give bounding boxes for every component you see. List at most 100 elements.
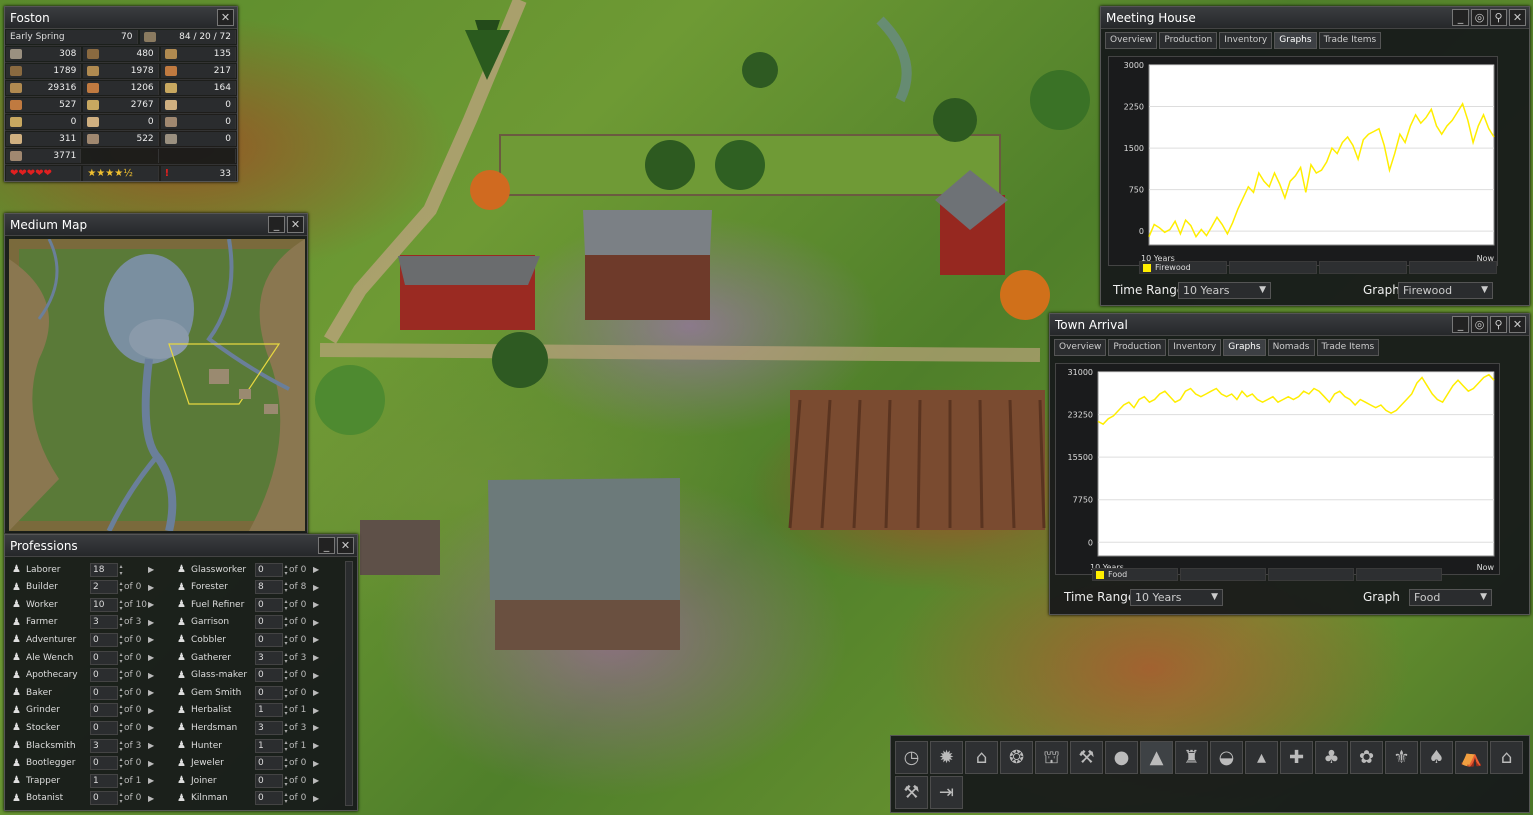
house-icon[interactable]: ⌂	[965, 741, 998, 774]
worker-count-input[interactable]: 0	[255, 773, 283, 788]
arrow-right-icon[interactable]: ▶	[148, 706, 158, 715]
worker-count-input[interactable]: 0	[90, 632, 118, 647]
arrow-right-icon[interactable]: ▶	[148, 671, 158, 680]
resource-cell[interactable]: 217	[160, 64, 236, 78]
minimize-icon[interactable]: _	[1452, 9, 1469, 26]
close-icon[interactable]: ✕	[287, 216, 304, 233]
arrow-right-icon[interactable]: ▶	[313, 723, 323, 732]
well-icon[interactable]: ▴	[1245, 741, 1278, 774]
worker-count-input[interactable]: 0	[90, 720, 118, 735]
worker-count-input[interactable]: 0	[90, 756, 118, 771]
graph-dropdown[interactable]: Firewood ▼	[1398, 282, 1493, 299]
arrow-right-icon[interactable]: ▶	[313, 635, 323, 644]
tab-inventory[interactable]: Inventory	[1219, 32, 1273, 49]
resource-cell[interactable]: 308	[6, 47, 82, 61]
tab-production[interactable]: Production	[1108, 339, 1167, 356]
arrow-right-icon[interactable]: ▶	[148, 583, 158, 592]
arrow-right-icon[interactable]: ▶	[148, 794, 158, 803]
arrow-right-icon[interactable]: ▶	[313, 565, 323, 574]
worker-count-input[interactable]: 1	[90, 773, 118, 788]
tab-inventory[interactable]: Inventory	[1168, 339, 1222, 356]
spinner-icon[interactable]: ▴ ▾	[118, 563, 124, 577]
arrow-right-icon[interactable]: ▶	[148, 635, 158, 644]
arrow-right-icon[interactable]: ▶	[148, 759, 158, 768]
resource-cell[interactable]: 522	[83, 132, 159, 146]
arrow-right-icon[interactable]: ▶	[313, 583, 323, 592]
barn-icon[interactable]: ⛫	[1035, 741, 1068, 774]
tab-overview[interactable]: Overview	[1105, 32, 1158, 49]
arrow-right-icon[interactable]: ▶	[313, 653, 323, 662]
arrow-right-icon[interactable]: ▶	[313, 759, 323, 768]
close-icon[interactable]: ✕	[1509, 9, 1526, 26]
cross-tools-icon[interactable]: ✚	[1280, 741, 1313, 774]
arrow-right-icon[interactable]: ▶	[313, 688, 323, 697]
worker-count-input[interactable]: 18	[90, 562, 118, 577]
worker-count-input[interactable]: 0	[255, 685, 283, 700]
pin-icon[interactable]: ⚲	[1490, 316, 1507, 333]
worker-count-input[interactable]: 10	[90, 597, 118, 612]
worker-count-input[interactable]: 3	[255, 720, 283, 735]
worker-count-input[interactable]: 0	[255, 791, 283, 806]
worker-count-input[interactable]: 3	[90, 615, 118, 630]
minimize-icon[interactable]: _	[1452, 316, 1469, 333]
close-icon[interactable]: ✕	[217, 9, 234, 26]
resource-cell[interactable]: 0	[160, 98, 236, 112]
worker-count-input[interactable]: 0	[255, 615, 283, 630]
tab-trade-items[interactable]: Trade Items	[1318, 32, 1382, 49]
resource-cell[interactable]: 0	[160, 115, 236, 129]
legend-item-firewood[interactable]: Firewood	[1139, 261, 1227, 274]
tab-overview[interactable]: Overview	[1054, 339, 1107, 356]
arrow-right-icon[interactable]: ▶	[313, 776, 323, 785]
tree-icon[interactable]: ▲	[1140, 741, 1173, 774]
time-range-dropdown[interactable]: 10 Years ▼	[1130, 589, 1223, 606]
factory-icon[interactable]: ♜	[1175, 741, 1208, 774]
arrow-right-icon[interactable]: ▶	[313, 618, 323, 627]
worker-count-input[interactable]: 1	[255, 703, 283, 718]
worker-count-input[interactable]: 0	[90, 791, 118, 806]
stable-icon[interactable]: ⌂	[1490, 741, 1523, 774]
tab-nomads[interactable]: Nomads	[1267, 339, 1315, 356]
worker-count-input[interactable]: 0	[255, 562, 283, 577]
target-icon[interactable]: ◎	[1471, 316, 1488, 333]
professions-scrollbar[interactable]	[345, 561, 353, 806]
build-tool-icon[interactable]: ⚒	[895, 776, 928, 809]
resource-cell[interactable]: 0	[160, 132, 236, 146]
pin-icon[interactable]: ⚲	[1490, 9, 1507, 26]
arrow-right-icon[interactable]: ▶	[148, 565, 158, 574]
worker-count-input[interactable]: 0	[90, 650, 118, 665]
worker-count-input[interactable]: 0	[90, 668, 118, 683]
clock-icon[interactable]: ◷	[895, 741, 928, 774]
resource-cell[interactable]: 527	[6, 98, 82, 112]
resource-cell[interactable]: 29316	[6, 81, 82, 95]
worker-count-input[interactable]: 2	[90, 580, 118, 595]
worker-count-input[interactable]: 0	[255, 668, 283, 683]
wheel-icon[interactable]: ❂	[1000, 741, 1033, 774]
worker-count-input[interactable]: 0	[90, 685, 118, 700]
worker-count-input[interactable]: 0	[255, 597, 283, 612]
worker-count-input[interactable]: 1	[255, 738, 283, 753]
worker-count-input[interactable]: 0	[255, 632, 283, 647]
resource-cell[interactable]: 0	[83, 115, 159, 129]
arrow-right-icon[interactable]: ▶	[148, 723, 158, 732]
arrow-right-icon[interactable]: ▶	[148, 653, 158, 662]
arrow-right-icon[interactable]: ▶	[313, 706, 323, 715]
tab-production[interactable]: Production	[1159, 32, 1218, 49]
fleur-icon[interactable]: ⚜	[1385, 741, 1418, 774]
worker-count-input[interactable]: 8	[255, 580, 283, 595]
hammer-icon[interactable]: ⚒	[1070, 741, 1103, 774]
apple-icon[interactable]: ●	[1105, 741, 1138, 774]
resource-cell[interactable]: 0	[6, 115, 82, 129]
worker-count-input[interactable]: 0	[255, 756, 283, 771]
arrow-right-icon[interactable]: ▶	[313, 671, 323, 680]
worker-count-input[interactable]: 3	[90, 738, 118, 753]
resource-cell[interactable]: 311	[6, 132, 82, 146]
resource-cell[interactable]: 3771	[6, 149, 82, 163]
tab-graphs[interactable]: Graphs	[1274, 32, 1317, 49]
resource-cell[interactable]: 2767	[83, 98, 159, 112]
pot-icon[interactable]: ◒	[1210, 741, 1243, 774]
arrow-right-icon[interactable]: ▶	[148, 600, 158, 609]
arrow-right-icon[interactable]: ▶	[148, 741, 158, 750]
arrow-right-icon[interactable]: ▶	[313, 794, 323, 803]
target-icon[interactable]: ◎	[1471, 9, 1488, 26]
tab-trade-items[interactable]: Trade Items	[1316, 339, 1380, 356]
